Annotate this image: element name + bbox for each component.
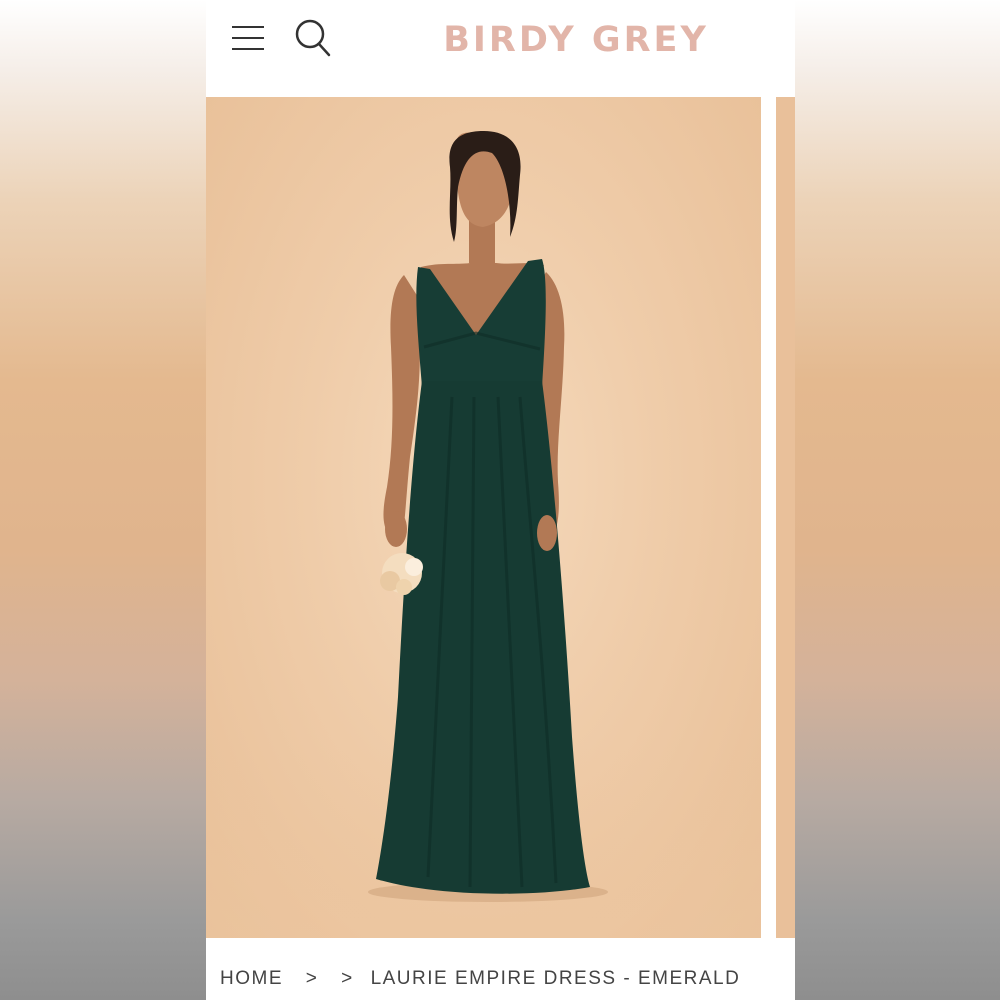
blurred-background-right [795,0,1000,1000]
breadcrumb-home-link[interactable]: HOME [220,968,283,989]
model-in-dress-illustration [368,131,608,902]
breadcrumb-separator: > [341,968,354,989]
product-image[interactable] [206,97,761,938]
breadcrumb-current: LAURIE EMPIRE DRESS - EMERALD [370,968,741,989]
next-slide-peek[interactable] [776,97,795,938]
site-header: BIRDY GREY [206,0,795,96]
brand-logo[interactable]: BIRDY GREY [436,18,716,62]
blurred-background-left [0,0,206,1000]
mobile-page: BIRDY GREY HOME > > LAURIE EMPIRE DRESS … [206,0,795,1000]
hamburger-menu-icon[interactable] [232,26,264,50]
breadcrumb-separator: > [305,968,319,989]
breadcrumb: HOME > > LAURIE EMPIRE DRESS - EMERALD [220,968,790,998]
search-icon[interactable] [294,18,332,58]
